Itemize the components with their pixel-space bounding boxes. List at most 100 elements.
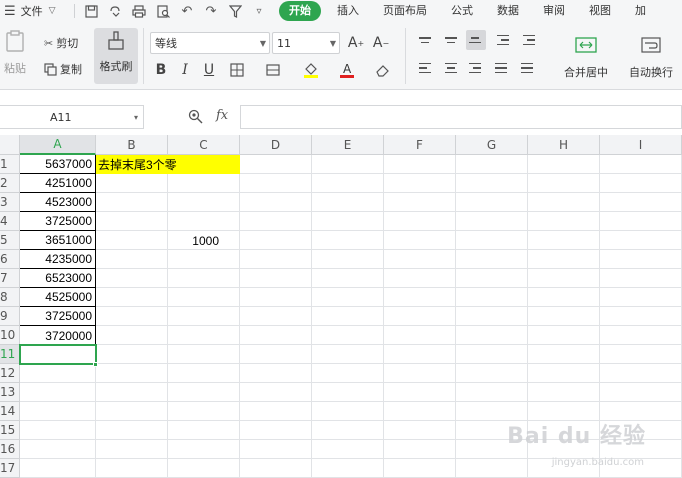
gridline-horizontal [20, 211, 682, 212]
row-header-9[interactable]: 9 [0, 307, 20, 326]
decrease-indent-icon[interactable] [494, 30, 514, 50]
increase-indent-icon[interactable] [520, 30, 540, 50]
save-icon[interactable] [79, 1, 103, 21]
spreadsheet-grid[interactable]: A B C D E F G H I 1 2 3 4 5 6 7 8 9 10 1… [0, 135, 682, 478]
column-header-c[interactable]: C [168, 135, 240, 155]
cell-a3[interactable]: 4523000 [20, 193, 95, 212]
align-bottom-icon[interactable] [466, 30, 486, 50]
font-name-select[interactable]: 等线 ▼ [150, 32, 270, 54]
row-header-17[interactable]: 17 [0, 459, 20, 478]
cell-a5[interactable]: 3651000 [20, 231, 95, 250]
justify-icon[interactable] [492, 58, 512, 78]
bold-icon[interactable]: B [150, 59, 172, 81]
column-header-h[interactable]: H [528, 135, 600, 155]
tab-data[interactable]: 数据 [485, 1, 531, 21]
cell-a6[interactable]: 4235000 [20, 250, 95, 269]
row-header-16[interactable]: 16 [0, 440, 20, 459]
column-a-values: 5637000 4251000 4523000 3725000 3651000 … [20, 155, 96, 346]
paste-button[interactable]: 粘贴 [0, 28, 30, 76]
italic-icon[interactable]: I [174, 59, 196, 81]
row-header-15[interactable]: 15 [0, 421, 20, 440]
undo-icon[interactable]: ↶ [175, 1, 199, 21]
zoom-magnifier-icon[interactable] [188, 109, 203, 128]
tab-insert[interactable]: 插入 [325, 1, 371, 21]
filter-icon[interactable] [223, 1, 247, 21]
format-painter-button[interactable]: 格式刷 [94, 28, 138, 84]
gridline-horizontal [20, 268, 682, 269]
print-preview-icon[interactable] [151, 1, 175, 21]
formula-input[interactable] [240, 105, 682, 129]
cell-a10[interactable]: 3720000 [20, 326, 95, 345]
fill-handle[interactable] [93, 362, 98, 367]
row-header-12[interactable]: 12 [0, 364, 20, 383]
underline-icon[interactable]: U [198, 59, 220, 81]
column-header-i[interactable]: I [600, 135, 682, 155]
cell-style-icon[interactable] [262, 59, 284, 81]
merge-center-button[interactable]: 合并居中 [556, 34, 616, 80]
column-header-d[interactable]: D [240, 135, 312, 155]
copy-button[interactable]: 复制 [44, 61, 82, 77]
cell-a1[interactable]: 5637000 [20, 155, 95, 174]
column-header-a[interactable]: A [20, 135, 96, 155]
increase-font-icon[interactable]: A + [345, 32, 367, 54]
row-header-7[interactable]: 7 [0, 269, 20, 288]
tab-addins[interactable]: 加 [623, 1, 658, 21]
merge-center-label: 合并居中 [564, 66, 608, 79]
more-chevron-icon[interactable]: ▿ [247, 1, 271, 21]
decrease-font-icon[interactable]: A − [370, 32, 392, 54]
select-all-corner[interactable] [0, 135, 20, 155]
row-header-1[interactable]: 1 [0, 155, 20, 174]
row-header-14[interactable]: 14 [0, 402, 20, 421]
row-header-6[interactable]: 6 [0, 250, 20, 269]
function-icon[interactable]: fx [216, 108, 228, 123]
fill-color-icon[interactable] [300, 59, 322, 81]
cut-button[interactable]: ✂ 剪切 [44, 35, 78, 51]
font-size-select[interactable]: 11 ▼ [272, 32, 340, 54]
row-header-11[interactable]: 11 [0, 345, 20, 364]
redo-icon[interactable]: ↷ [199, 1, 223, 21]
align-top-icon[interactable] [416, 30, 436, 50]
distributed-align-icon[interactable] [518, 58, 538, 78]
cell-b1[interactable]: 去掉末尾3个零 [98, 155, 240, 174]
name-box[interactable]: A11 ▾ [0, 105, 144, 129]
cell-a9[interactable]: 3725000 [20, 307, 95, 326]
cut-label: 剪切 [56, 37, 79, 50]
row-header-5[interactable]: 5 [0, 231, 20, 250]
tab-formulas[interactable]: 公式 [439, 1, 485, 21]
tab-home[interactable]: 开始 [279, 1, 321, 21]
row-header-4[interactable]: 4 [0, 212, 20, 231]
eraser-icon[interactable] [372, 59, 394, 81]
copy-icon [44, 62, 57, 76]
cell-a4[interactable]: 3725000 [20, 212, 95, 231]
cell-a7[interactable]: 6523000 [20, 269, 95, 288]
row-header-8[interactable]: 8 [0, 288, 20, 307]
row-header-13[interactable]: 13 [0, 383, 20, 402]
column-header-f[interactable]: F [384, 135, 456, 155]
file-menu-label: 文件 [20, 5, 43, 18]
align-left-icon[interactable] [416, 58, 436, 78]
format-painter-label: 格式刷 [99, 60, 133, 73]
print-icon[interactable] [127, 1, 151, 21]
active-cell-a11[interactable] [19, 344, 97, 365]
align-middle-icon[interactable] [442, 30, 462, 50]
wrap-text-button[interactable]: 自动换行 [624, 34, 678, 80]
row-header-2[interactable]: 2 [0, 174, 20, 193]
border-icon[interactable] [226, 59, 248, 81]
column-header-b[interactable]: B [96, 135, 168, 155]
font-color-icon[interactable]: A [336, 59, 358, 81]
tab-view[interactable]: 视图 [577, 1, 623, 21]
cell-c5[interactable]: 1000 [168, 231, 222, 250]
gridline-horizontal [20, 287, 682, 288]
row-header-10[interactable]: 10 [0, 326, 20, 345]
cell-a2[interactable]: 4251000 [20, 174, 95, 193]
row-header-3[interactable]: 3 [0, 193, 20, 212]
tab-page-layout[interactable]: 页面布局 [371, 1, 439, 21]
align-center-icon[interactable] [442, 58, 462, 78]
undo-history-icon[interactable] [103, 1, 127, 21]
file-menu[interactable]: ☰ 文件 ▽ [0, 3, 70, 19]
column-header-g[interactable]: G [456, 135, 528, 155]
tab-review[interactable]: 审阅 [531, 1, 577, 21]
column-header-e[interactable]: E [312, 135, 384, 155]
align-right-icon[interactable] [466, 58, 486, 78]
cell-a8[interactable]: 4525000 [20, 288, 95, 307]
